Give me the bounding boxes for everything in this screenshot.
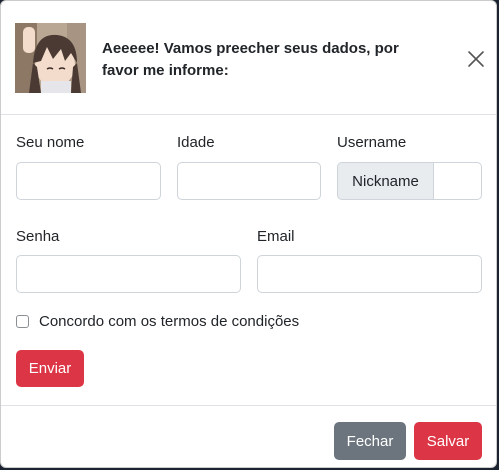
modal-header: Aeeeee! Vamos preecher seus dados, por f… (1, 1, 496, 115)
username-input-group: Nickname (337, 162, 482, 200)
submit-button[interactable]: Enviar (16, 350, 84, 387)
close-icon (468, 51, 484, 67)
modal-footer: Fechar Salvar (1, 405, 496, 467)
modal-body: Seu nome Idade Username Nickname Senha E… (1, 115, 496, 405)
password-label: Senha (16, 228, 60, 245)
age-label: Idade (177, 134, 215, 151)
close-footer-button[interactable]: Fechar (334, 422, 406, 460)
email-input[interactable] (257, 255, 482, 293)
age-input[interactable] (177, 162, 321, 200)
username-addon: Nickname (337, 162, 434, 200)
username-input[interactable] (434, 162, 482, 200)
password-input[interactable] (16, 255, 241, 293)
terms-row: Concordo com os termos de condições (16, 313, 299, 330)
close-button[interactable] (464, 47, 488, 71)
email-label: Email (257, 228, 295, 245)
modal-title: Aeeeee! Vamos preecher seus dados, por f… (102, 40, 399, 79)
anime-avatar-icon (15, 23, 86, 93)
terms-checkbox[interactable] (16, 315, 29, 328)
modal-dialog: Aeeeee! Vamos preecher seus dados, por f… (0, 0, 497, 468)
name-label: Seu nome (16, 134, 85, 151)
name-input[interactable] (16, 162, 161, 200)
terms-label: Concordo com os termos de condições (39, 313, 300, 330)
username-label: Username (337, 134, 407, 151)
save-button[interactable]: Salvar (414, 422, 482, 460)
